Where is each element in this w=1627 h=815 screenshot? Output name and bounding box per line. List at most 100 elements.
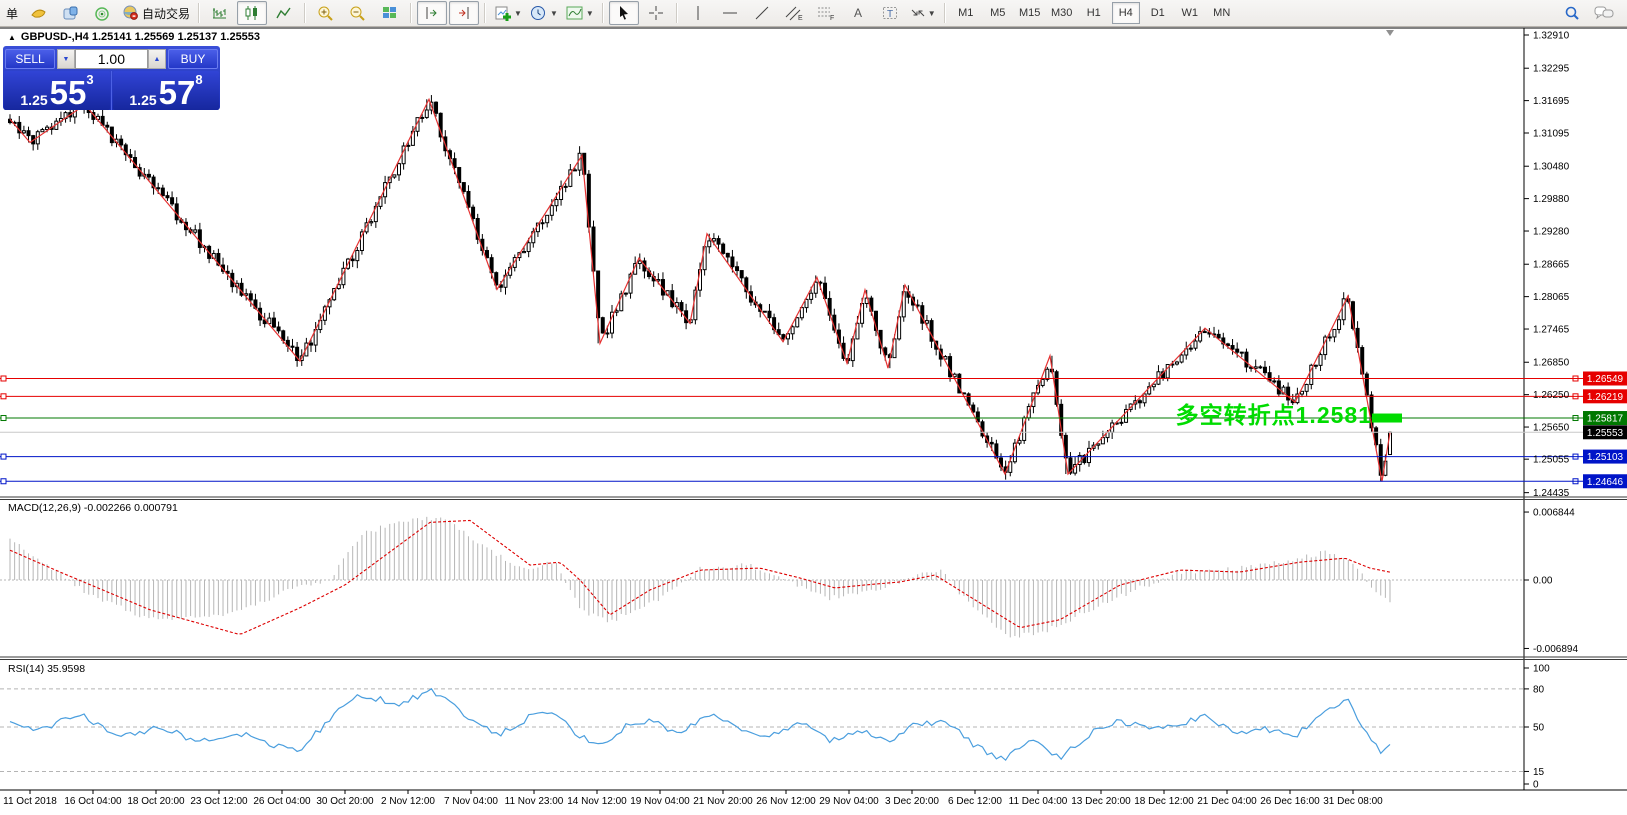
chat-icon[interactable] xyxy=(1589,1,1619,25)
price-axis-label: 1.30480 xyxy=(1533,162,1570,173)
date-axis-label: 3 Dec 20:00 xyxy=(885,796,939,807)
tile-windows-icon[interactable] xyxy=(375,1,405,25)
price-axis-label: 1.29880 xyxy=(1533,194,1570,205)
sell-price-sup: 3 xyxy=(86,73,93,86)
timeframe-h4[interactable]: H4 xyxy=(1112,2,1140,24)
toolbar-separator xyxy=(602,3,604,23)
autotrading-label: 自动交易 xyxy=(142,5,190,22)
svg-text:1.26549: 1.26549 xyxy=(1587,374,1624,385)
line-chart-icon[interactable] xyxy=(269,1,299,25)
date-axis-label: 21 Nov 20:00 xyxy=(693,796,753,807)
zoom-out-icon[interactable] xyxy=(343,1,373,25)
price-axis-label: 1.31695 xyxy=(1533,96,1570,107)
macd-axis-label: 0.00 xyxy=(1533,576,1553,587)
fibonacci-icon[interactable]: F xyxy=(811,1,841,25)
price-axis-label: 1.28665 xyxy=(1533,260,1570,271)
annotation-line-segment xyxy=(1372,414,1402,423)
horizontal-line-icon[interactable] xyxy=(715,1,745,25)
timeframe-h1[interactable]: H1 xyxy=(1080,2,1108,24)
new-chart-button[interactable]: ▼ xyxy=(491,1,525,25)
buy-price-prefix: 1.25 xyxy=(129,93,156,107)
volume-increase-button[interactable]: ▲ xyxy=(148,49,166,69)
timeframe-group: M1M5M15M30H1H4D1W1MN xyxy=(950,0,1238,26)
timeframe-d1[interactable]: D1 xyxy=(1144,2,1172,24)
date-axis-label: 26 Dec 16:00 xyxy=(1260,796,1320,807)
date-axis-label: 23 Oct 12:00 xyxy=(190,796,248,807)
sell-button[interactable]: SELL xyxy=(5,49,55,69)
equidistant-channel-icon[interactable]: E xyxy=(779,1,809,25)
text-label-icon[interactable]: T xyxy=(875,1,905,25)
price-axis-label: 1.32910 xyxy=(1533,31,1570,42)
date-axis-label: 26 Nov 12:00 xyxy=(756,796,816,807)
sell-price[interactable]: 1.25 55 3 xyxy=(4,71,110,110)
bar-chart-icon[interactable] xyxy=(205,1,235,25)
candlestick-chart-icon[interactable] xyxy=(237,1,267,25)
zoom-in-icon[interactable] xyxy=(311,1,341,25)
indicators-button[interactable]: ▼ xyxy=(563,1,597,25)
profile-icon[interactable] xyxy=(23,1,53,25)
date-axis-label: 16 Oct 04:00 xyxy=(64,796,122,807)
price-axis-label: 1.28065 xyxy=(1533,292,1570,303)
price-axis-label: 1.25650 xyxy=(1533,423,1570,434)
macd-axis-label: 0.006844 xyxy=(1533,508,1575,519)
timeframe-m30[interactable]: M30 xyxy=(1048,2,1076,24)
toolbar-separator xyxy=(304,3,306,23)
price-axis-label: 1.31095 xyxy=(1533,129,1570,140)
svg-text:1.26219: 1.26219 xyxy=(1587,392,1624,403)
volume-decrease-button[interactable]: ▼ xyxy=(57,49,75,69)
buy-price-sup: 8 xyxy=(195,73,202,86)
collapse-panel-icon[interactable]: ▲ xyxy=(8,33,16,42)
buy-button[interactable]: BUY xyxy=(168,49,218,69)
toolbar: 单 自动交易 xyxy=(0,0,1627,27)
market-watch-icon[interactable] xyxy=(55,1,85,25)
price-axis-label: 1.32295 xyxy=(1533,64,1570,75)
timeframe-w1[interactable]: W1 xyxy=(1176,2,1204,24)
svg-text:E: E xyxy=(798,15,803,21)
crosshair-icon[interactable] xyxy=(641,1,671,25)
date-axis-label: 7 Nov 04:00 xyxy=(444,796,498,807)
date-axis-label: 14 Nov 12:00 xyxy=(567,796,627,807)
rsi-indicator-label: RSI(14) 35.9598 xyxy=(8,663,85,675)
annotation-text: 多空转折点1.2581 xyxy=(1146,396,1372,430)
auto-scroll-icon[interactable] xyxy=(417,1,447,25)
svg-text:A: A xyxy=(854,6,862,20)
arrows-tool-icon[interactable]: ▼ xyxy=(907,1,939,25)
dropdown-arrow-icon: ▼ xyxy=(550,9,558,18)
date-axis-label: 30 Oct 20:00 xyxy=(316,796,374,807)
volume-input[interactable]: 1.00 xyxy=(75,49,148,69)
dropdown-arrow-icon: ▼ xyxy=(928,9,936,18)
macd-indicator-label: MACD(12,26,9) -0.002266 0.000791 xyxy=(8,502,178,514)
autotrading-button[interactable]: 自动交易 xyxy=(119,1,193,25)
period-button[interactable]: ▼ xyxy=(527,1,561,25)
date-axis-label: 6 Dec 12:00 xyxy=(948,796,1002,807)
date-axis-label: 11 Dec 04:00 xyxy=(1009,796,1068,807)
strategy-tester-icon[interactable] xyxy=(87,1,117,25)
price-axis-label: 1.27465 xyxy=(1533,325,1570,336)
buy-price[interactable]: 1.25 57 8 xyxy=(113,71,219,110)
cursor-icon[interactable] xyxy=(609,1,639,25)
trendline-icon[interactable] xyxy=(747,1,777,25)
price-axis-label: 1.24435 xyxy=(1533,488,1570,499)
date-axis-label: 2 Nov 12:00 xyxy=(381,796,435,807)
date-axis-label: 13 Dec 20:00 xyxy=(1071,796,1131,807)
search-icon[interactable] xyxy=(1557,1,1587,25)
price-axis-label: 1.26250 xyxy=(1533,390,1570,401)
timeframe-m1[interactable]: M1 xyxy=(952,2,980,24)
timeframe-m5[interactable]: M5 xyxy=(984,2,1012,24)
chart-title-text: GBPUSD-,H4 1.25141 1.25569 1.25137 1.255… xyxy=(21,31,260,43)
chart-shift-icon[interactable] xyxy=(449,1,479,25)
chart-canvas[interactable]: 1.32910 1.32295 1.31695 1.31095 1.30480 1.298… xyxy=(0,27,1627,815)
date-axis-label: 29 Nov 04:00 xyxy=(819,796,879,807)
svg-text:1.24646: 1.24646 xyxy=(1587,477,1624,488)
price-axis-label: 1.26850 xyxy=(1533,358,1570,369)
toolbar-separator xyxy=(484,3,486,23)
price-axis-label: 1.29280 xyxy=(1533,227,1570,238)
text-icon[interactable]: A xyxy=(843,1,873,25)
timeframe-m15[interactable]: M15 xyxy=(1016,2,1044,24)
chart-title: ▲ GBPUSD-,H4 1.25141 1.25569 1.25137 1.2… xyxy=(8,31,260,43)
timeframe-mn[interactable]: MN xyxy=(1208,2,1236,24)
vertical-line-icon[interactable] xyxy=(683,1,713,25)
date-axis-label: 21 Dec 04:00 xyxy=(1197,796,1257,807)
macd-axis-label: -0.006894 xyxy=(1533,644,1578,655)
new-order-button[interactable]: 单 xyxy=(1,1,21,25)
